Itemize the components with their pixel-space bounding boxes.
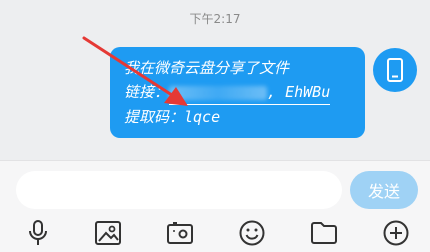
folder-icon — [311, 222, 337, 244]
video-icon — [167, 222, 193, 244]
microphone-icon — [29, 220, 47, 245]
emoji-button[interactable] — [236, 217, 268, 249]
plus-button[interactable] — [380, 217, 412, 249]
image-button[interactable] — [92, 217, 124, 249]
toolbar — [0, 215, 430, 251]
plus-icon — [383, 220, 409, 246]
message-input[interactable] — [16, 171, 342, 209]
input-bar: 发送 — [0, 160, 430, 252]
microphone-button[interactable] — [22, 217, 54, 249]
image-icon — [95, 221, 121, 245]
emoji-icon — [239, 220, 265, 246]
folder-button[interactable] — [308, 217, 340, 249]
send-button[interactable]: 发送 — [350, 171, 418, 209]
video-button[interactable] — [164, 217, 196, 249]
